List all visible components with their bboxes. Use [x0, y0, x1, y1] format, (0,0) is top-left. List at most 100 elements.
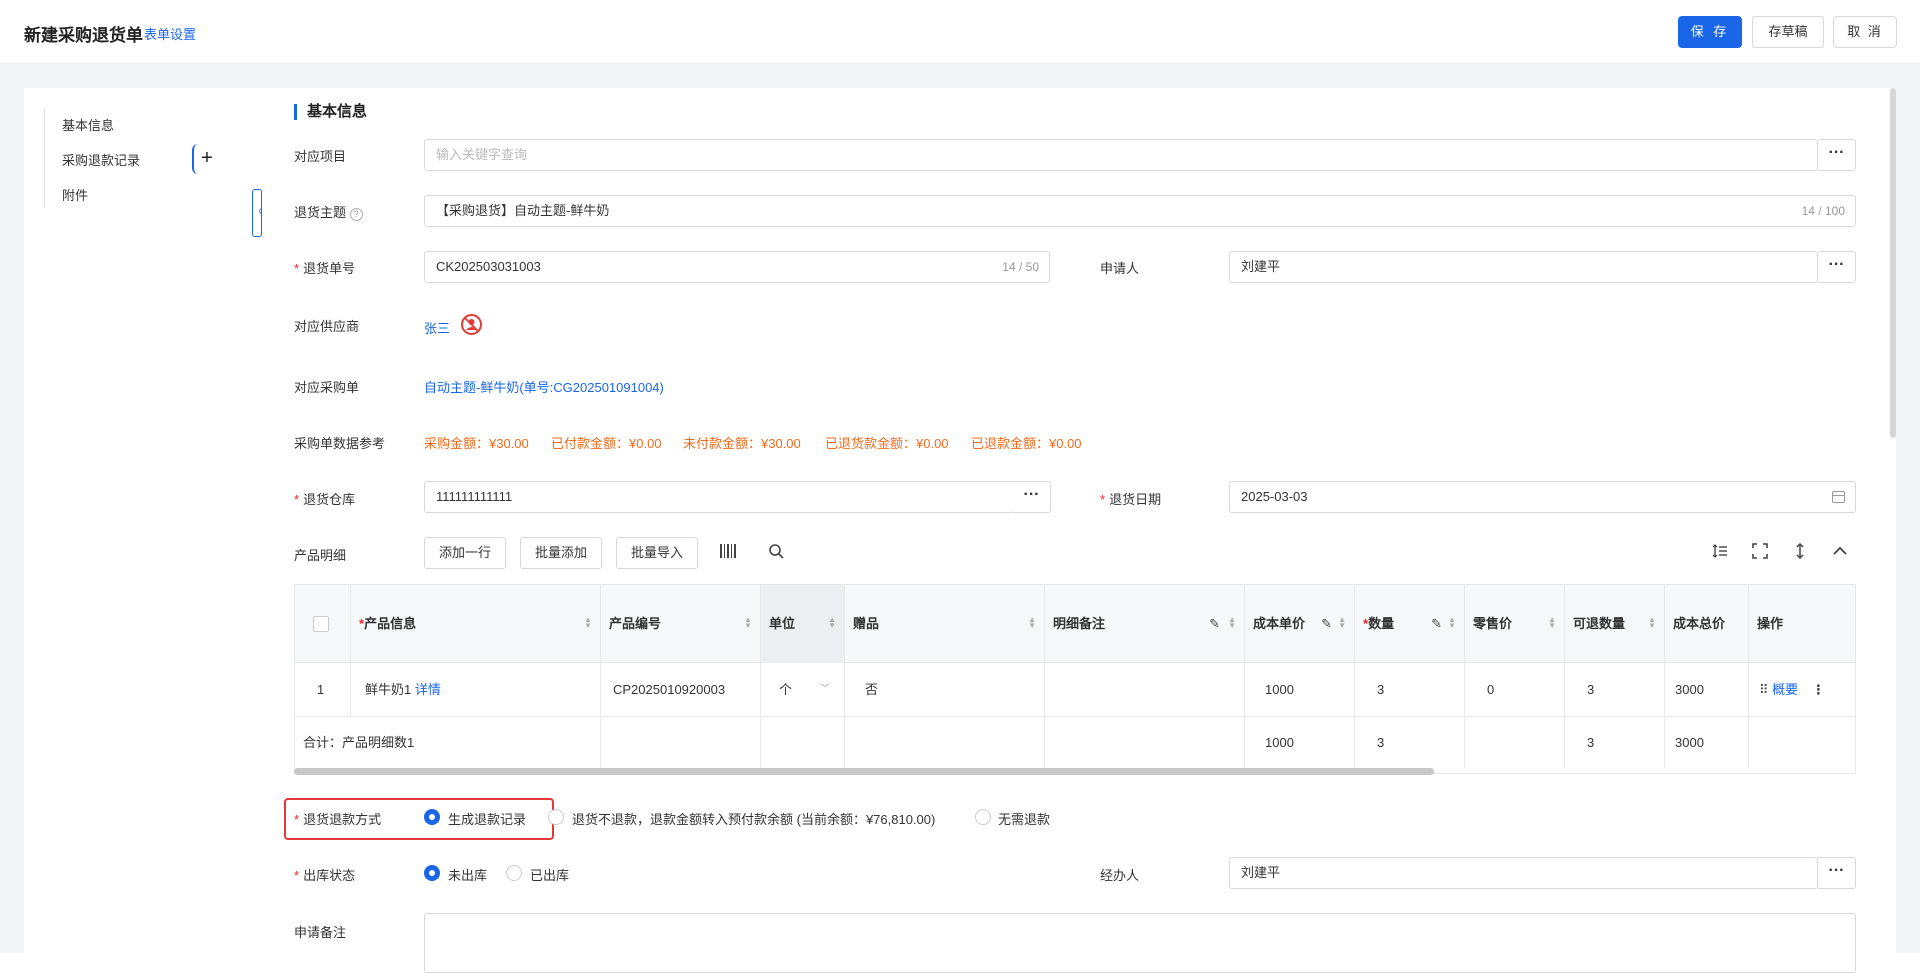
radio-no-refund-needed[interactable] — [975, 809, 991, 825]
footer-total-cost: 3000 — [1665, 718, 1749, 768]
applicant-value: 刘建平 — [1241, 259, 1281, 274]
row-quantity[interactable]: 3 — [1355, 663, 1465, 717]
handler-value: 刘建平 — [1241, 865, 1281, 880]
col-product-code[interactable]: 产品编号 ▲ ▼ — [601, 585, 761, 663]
radio-no-refund-to-prepay[interactable] — [548, 809, 564, 825]
required-mark: * — [1100, 492, 1106, 507]
return-date-picker[interactable]: 2025-03-03 — [1229, 481, 1856, 513]
sort-icon[interactable]: ▲ ▼ — [744, 616, 752, 630]
col-unit[interactable]: 单位 ▲ ▼ — [761, 585, 845, 663]
project-search-input[interactable]: 输入关键字查询 — [424, 139, 1818, 171]
sidebar-item-refund-records[interactable]: 采购退款记录 — [62, 150, 140, 169]
required-mark: * — [294, 868, 300, 883]
subject-input[interactable]: 【采购退货】自动主题-鲜牛奶 14 / 100 — [424, 195, 1856, 227]
edit-icon[interactable]: ✎ — [1431, 585, 1442, 663]
col-detail-remark[interactable]: 明细备注 ✎ ▲ ▼ — [1045, 585, 1245, 663]
handler-label: 经办人 — [1100, 868, 1140, 883]
form-settings-link[interactable]: 表单设置 — [144, 24, 196, 43]
order-no-input[interactable]: CK202503031003 14 / 50 — [424, 251, 1050, 283]
row-unit-select[interactable]: 个 ﹀ — [761, 663, 845, 717]
row-returnable-qty: 3 — [1565, 663, 1665, 717]
edit-icon[interactable]: ✎ — [1321, 585, 1332, 663]
ref-purchase-amount: 采购金额：¥30.00 — [424, 436, 529, 451]
row-summary-link[interactable]: 概要 — [1772, 682, 1798, 697]
applicant-input[interactable]: 刘建平 — [1229, 251, 1818, 283]
sort-icon[interactable]: ▲ ▼ — [828, 616, 836, 630]
batch-add-button[interactable]: 批量添加 — [520, 537, 603, 569]
sidebar-item-basic-info[interactable]: 基本信息 — [62, 115, 114, 134]
col-quantity[interactable]: *数量 ✎ ▲ ▼ — [1355, 585, 1465, 663]
sidebar-collapse-button[interactable]: 〈 — [252, 189, 263, 237]
expand-icon[interactable] — [1792, 542, 1808, 564]
sort-icon[interactable]: ▲ ▼ — [1548, 616, 1556, 630]
col-returnable-qty[interactable]: 可退数量 ▲ ▼ — [1565, 585, 1665, 663]
order-no-label: * 退货单号 — [294, 261, 356, 276]
fullscreen-icon[interactable] — [1752, 543, 1768, 564]
section-title-basic-info: 基本信息 — [294, 104, 367, 120]
row-gift[interactable]: 否 — [845, 663, 1045, 717]
remark-textarea[interactable] — [424, 913, 1856, 973]
col-product-info[interactable]: *产品信息 ▲ ▼ — [351, 585, 601, 663]
row-detail-link[interactable]: 详情 — [415, 682, 441, 697]
purchase-order-link[interactable]: 自动主题-鲜牛奶(单号:CG202501091004) — [424, 377, 664, 396]
radio-label-no-refund-to-prepay[interactable]: 退货不退款，退款金额转入预付款余额 (当前余额：¥76,810.00) — [572, 809, 935, 828]
cancel-button[interactable]: 取 消 — [1833, 16, 1897, 48]
supplier-unlink-icon[interactable] — [461, 314, 482, 335]
row-unit-value: 个 — [779, 682, 793, 697]
radio-outbound[interactable] — [506, 865, 522, 881]
more-vertical-icon[interactable]: ⋮ — [1812, 682, 1825, 697]
row-remark[interactable] — [1045, 663, 1245, 717]
sort-icon[interactable]: ▲ ▼ — [1338, 616, 1346, 630]
sort-icon[interactable]: ▲ ▼ — [1028, 616, 1036, 630]
sort-icon[interactable]: ▲ ▼ — [1448, 616, 1456, 630]
handler-input[interactable]: 刘建平 — [1229, 857, 1818, 889]
applicant-more-button[interactable]: ··· — [1818, 251, 1856, 283]
col-retail-price[interactable]: 零售价 ▲ ▼ — [1465, 585, 1565, 663]
help-icon[interactable]: ? — [349, 208, 363, 221]
sort-icon[interactable]: ▲ ▼ — [1228, 616, 1236, 630]
radio-not-outbound[interactable] — [424, 865, 440, 881]
add-row-button[interactable]: 添加一行 — [424, 537, 507, 569]
row-retail-price: 0 — [1465, 663, 1565, 717]
col-actions: 操作 — [1757, 616, 1784, 631]
project-more-button[interactable]: ··· — [1818, 139, 1856, 171]
footer-quantity: 3 — [1355, 718, 1465, 768]
ref-refunded-amount: 已退款金额：¥0.00 — [971, 436, 1082, 451]
save-draft-button[interactable]: 存草稿 — [1752, 16, 1824, 48]
footer-cell — [1045, 718, 1245, 768]
edit-icon[interactable]: ✎ — [1209, 585, 1220, 663]
collapse-up-icon[interactable] — [1832, 543, 1848, 564]
barcode-icon[interactable] — [720, 544, 736, 563]
remark-label: 申请备注 — [294, 925, 347, 940]
radio-label-not-outbound[interactable]: 未出库 — [448, 865, 487, 884]
radio-generate-refund[interactable] — [424, 809, 440, 825]
radio-label-outbound[interactable]: 已出库 — [530, 865, 569, 884]
supplier-link[interactable]: 张三 — [424, 318, 450, 337]
return-date-label: * 退货日期 — [1100, 492, 1162, 507]
handler-more-button[interactable]: ··· — [1818, 857, 1856, 889]
drag-handle-icon[interactable]: ⠿ — [1759, 682, 1769, 697]
warehouse-input[interactable]: 111111111111 — [424, 481, 1014, 513]
col-total-cost[interactable]: 成本总价 — [1665, 585, 1749, 663]
vertical-scrollbar[interactable] — [1890, 88, 1896, 438]
radio-label-generate-refund[interactable]: 生成退款记录 — [448, 809, 526, 828]
row-unit-cost[interactable]: 1000 — [1245, 663, 1355, 717]
search-icon[interactable] — [768, 543, 784, 564]
sidebar-item-attachments[interactable]: 附件 — [62, 185, 88, 204]
col-unit-cost[interactable]: 成本单价 ✎ ▲ ▼ — [1245, 585, 1355, 663]
col-gift[interactable]: 赠品 ▲ ▼ — [845, 585, 1045, 663]
add-section-button[interactable]: + — [192, 144, 220, 174]
sort-icon[interactable]: ▲ ▼ — [584, 616, 592, 630]
radio-label-no-refund-needed[interactable]: 无需退款 — [998, 809, 1050, 828]
table-horizontal-scrollbar[interactable] — [294, 768, 1434, 775]
footer-unit-cost: 1000 — [1245, 718, 1355, 768]
product-table: *产品信息 ▲ ▼ 产品编号 ▲ ▼ 单位 ▲ ▼ 赠品 ▲ ▼ 明细备注 ✎ ▲ ▼ 成本单价 ✎ ▲ ▼… — [294, 584, 1856, 774]
batch-import-button[interactable]: 批量导入 — [616, 537, 699, 569]
row-height-icon[interactable] — [1712, 543, 1728, 564]
select-all-checkbox[interactable] — [313, 616, 329, 632]
sidebar-divider — [44, 108, 45, 208]
required-mark: * — [294, 261, 300, 276]
warehouse-more-button[interactable]: ··· — [1013, 481, 1051, 513]
save-button[interactable]: 保 存 — [1678, 16, 1742, 48]
sort-icon[interactable]: ▲ ▼ — [1648, 616, 1656, 630]
